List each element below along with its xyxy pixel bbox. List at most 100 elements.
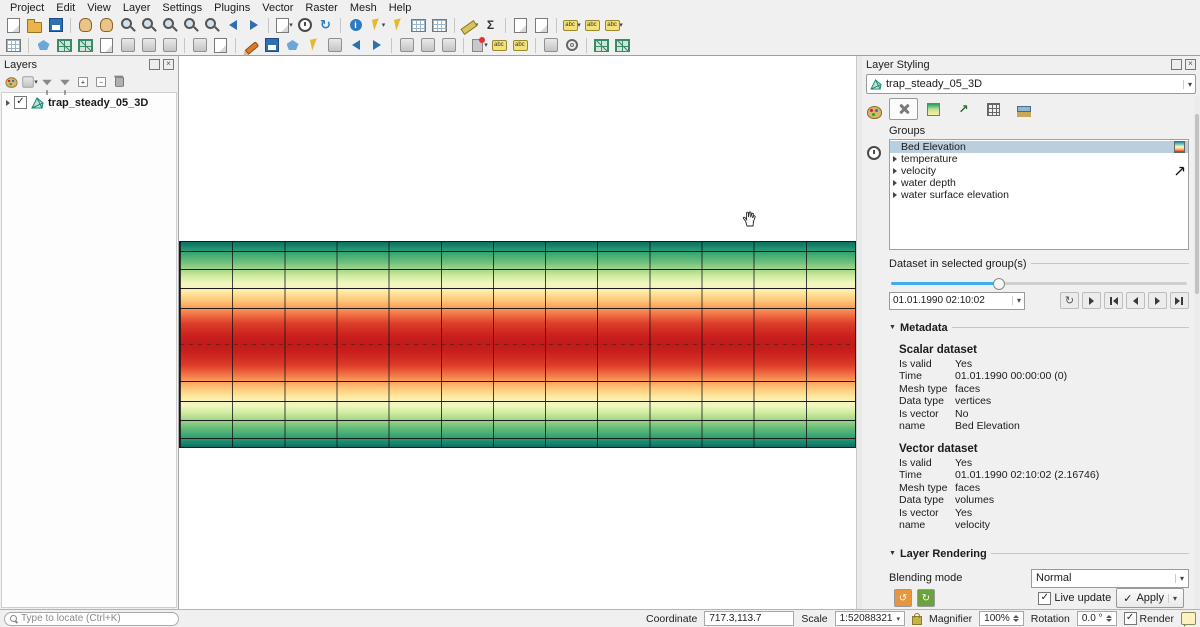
menu-help[interactable]: Help <box>383 1 418 15</box>
apply-button[interactable]: ✓ Apply ▾ <box>1116 588 1184 608</box>
styling-layer-selector[interactable]: trap_steady_05_3D ▾ <box>866 74 1196 94</box>
live-update-checkbox[interactable]: ✓ Live update <box>1038 592 1111 605</box>
dataset-time-slider[interactable] <box>891 278 1187 288</box>
loop-button[interactable]: ↻ <box>1060 292 1079 309</box>
filter-legend-button[interactable] <box>38 74 56 90</box>
group-row[interactable]: Bed Elevation <box>890 141 1188 153</box>
menu-project[interactable]: Project <box>4 1 50 15</box>
blending-mode-combo[interactable]: Normal ▾ <box>1031 569 1189 588</box>
map-canvas[interactable] <box>179 56 856 609</box>
lock-scale-icon[interactable] <box>912 616 922 625</box>
redo-style-button[interactable]: ↻ <box>917 589 935 607</box>
group-row[interactable]: velocity <box>890 165 1188 177</box>
mesh-digitizing-button[interactable] <box>612 36 633 55</box>
float-panel-icon[interactable] <box>1171 59 1182 70</box>
text-annotation-button[interactable] <box>489 36 510 55</box>
last-button[interactable] <box>1170 292 1189 309</box>
add-mesh-layer-button[interactable] <box>75 36 96 55</box>
scrollbar-thumb[interactable] <box>1195 114 1199 294</box>
layer-visibility-checkbox[interactable]: ✓ <box>14 96 27 109</box>
paste-features-button[interactable] <box>438 36 459 55</box>
zoom-last-button[interactable] <box>222 16 243 35</box>
render-checkbox[interactable]: ✓ Render <box>1124 612 1174 625</box>
close-panel-icon[interactable]: × <box>1185 59 1196 70</box>
undo-style-button[interactable]: ↺ <box>894 589 912 607</box>
refresh-map-button[interactable]: ↻ <box>315 16 336 35</box>
menu-mesh[interactable]: Mesh <box>344 1 383 15</box>
panel-scrollbar[interactable] <box>1194 96 1200 609</box>
zoom-out-button[interactable] <box>138 16 159 35</box>
coordinate-input[interactable]: 717.3,113.7 <box>704 611 794 626</box>
labeling-options-button[interactable]: ▾ <box>561 16 582 35</box>
add-wms-layer-button[interactable] <box>138 36 159 55</box>
layer-expander-icon[interactable] <box>6 100 10 106</box>
annotation-toolbar-button[interactable]: ▾ <box>468 36 489 55</box>
rotation-spinbox[interactable]: 0.0 ° <box>1077 611 1117 626</box>
scale-combo[interactable]: 1:52088321 ▾ <box>835 611 905 626</box>
processing-toolbox-button[interactable] <box>561 36 582 55</box>
spin-down-icon[interactable] <box>1106 619 1112 622</box>
add-postgis-layer-button[interactable] <box>117 36 138 55</box>
menu-view[interactable]: View <box>81 1 117 15</box>
spin-up-icon[interactable] <box>1013 615 1019 618</box>
diagram-options-button[interactable]: ▾ <box>603 16 624 35</box>
identify-features-button[interactable]: i <box>345 16 366 35</box>
undo-button[interactable] <box>345 36 366 55</box>
open-project-button[interactable] <box>24 16 45 35</box>
save-layer-edits-button[interactable] <box>261 36 282 55</box>
message-log-icon[interactable] <box>1181 612 1196 625</box>
group-row[interactable]: water depth <box>890 177 1188 189</box>
previous-button[interactable] <box>1126 292 1145 309</box>
menu-plugins[interactable]: Plugins <box>208 1 256 15</box>
slider-handle[interactable] <box>993 278 1005 290</box>
datetime-combo[interactable]: 01.01.1990 02:10:02 ▾ <box>889 292 1025 310</box>
manage-map-themes-button[interactable]: ▾ <box>20 74 38 90</box>
tab-symbology[interactable] <box>889 98 918 120</box>
zoom-in-button[interactable] <box>117 16 138 35</box>
menu-vector[interactable]: Vector <box>256 1 299 15</box>
close-panel-icon[interactable]: × <box>163 59 174 70</box>
vertex-tool-button[interactable] <box>303 36 324 55</box>
field-calculator-button[interactable] <box>429 16 450 35</box>
measure-line-button[interactable]: ▾ <box>459 16 480 35</box>
expand-all-button[interactable]: + <box>74 74 92 90</box>
zoom-to-layer-button[interactable] <box>201 16 222 35</box>
tab-vectors[interactable]: ↗ <box>949 98 978 120</box>
mesh-calculator-button[interactable] <box>591 36 612 55</box>
tab-contours[interactable] <box>919 98 948 120</box>
tab-mesh-frame[interactable] <box>979 98 1008 120</box>
copy-features-button[interactable] <box>417 36 438 55</box>
spin-down-icon[interactable] <box>1013 619 1019 622</box>
menu-layer[interactable]: Layer <box>117 1 157 15</box>
dataset-groups-list[interactable]: Bed Elevationtemperaturevelocitywater de… <box>889 139 1189 250</box>
new-print-layout-button[interactable] <box>510 16 531 35</box>
open-attribute-table-button[interactable] <box>408 16 429 35</box>
layer-rendering-header[interactable]: ▼ Layer Rendering <box>889 548 1189 560</box>
pan-map-button[interactable] <box>75 16 96 35</box>
zoom-to-selection-button[interactable] <box>180 16 201 35</box>
cut-features-button[interactable] <box>396 36 417 55</box>
vector-arrow-icon[interactable] <box>1175 166 1185 176</box>
scalar-color-ramp-icon[interactable] <box>1174 141 1185 153</box>
style-history-icon[interactable] <box>867 146 881 160</box>
menu-edit[interactable]: Edit <box>50 1 81 15</box>
pan-to-selection-button[interactable] <box>96 16 117 35</box>
float-panel-icon[interactable] <box>149 59 160 70</box>
select-features-button[interactable]: ▾ <box>366 16 387 35</box>
open-data-source-manager-button[interactable] <box>3 36 24 55</box>
first-button[interactable] <box>1104 292 1123 309</box>
remove-layer-button[interactable] <box>110 74 128 90</box>
zoom-full-button[interactable] <box>159 16 180 35</box>
add-raster-layer-button[interactable] <box>54 36 75 55</box>
spin-up-icon[interactable] <box>1106 615 1112 618</box>
filter-legend-by-expression-button[interactable] <box>56 74 74 90</box>
new-shapefile-layer-button[interactable] <box>210 36 231 55</box>
redo-button[interactable] <box>366 36 387 55</box>
show-layout-manager-button[interactable] <box>531 16 552 35</box>
locate-search-input[interactable]: Type to locate (Ctrl+K) <box>4 612 179 626</box>
open-layer-styling-button[interactable] <box>2 74 20 90</box>
menu-raster[interactable]: Raster <box>299 1 343 15</box>
new-3d-map-view-button[interactable]: ▾ <box>273 16 294 35</box>
play-button[interactable] <box>1082 292 1101 309</box>
metadata-header[interactable]: ▼ Metadata <box>889 322 1189 334</box>
